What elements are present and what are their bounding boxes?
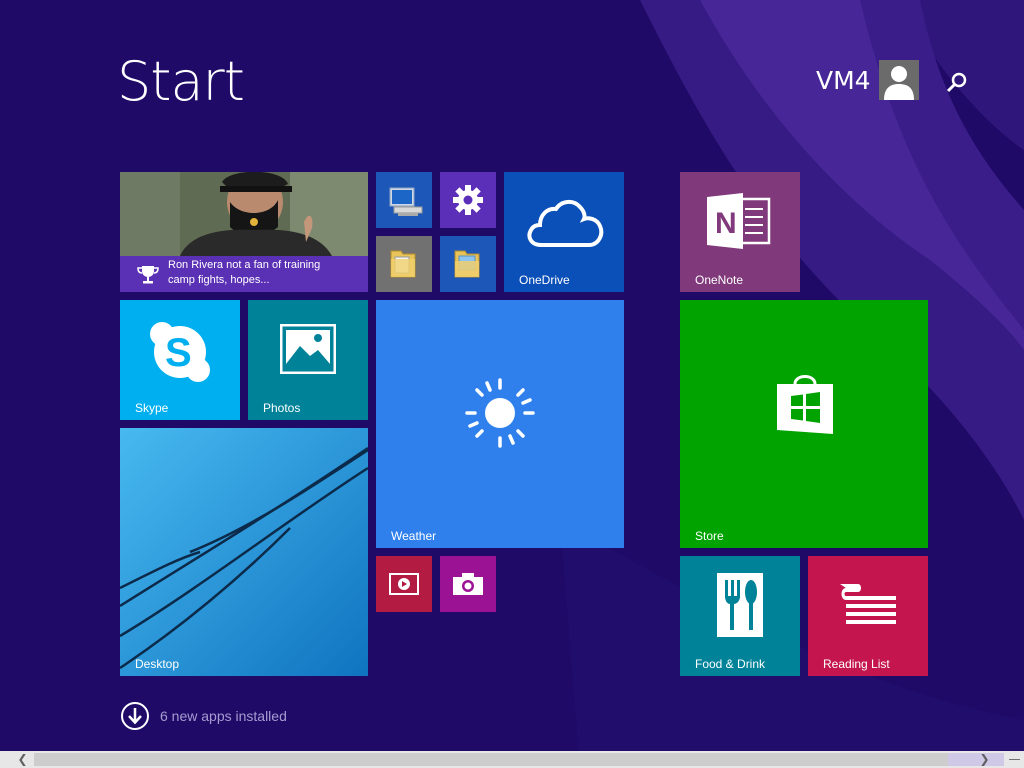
folder-icon (454, 250, 480, 278)
scrollbar-thumb[interactable] (34, 753, 948, 766)
tile-camera[interactable] (440, 556, 496, 612)
tile-label: Desktop (135, 657, 180, 671)
new-apps-button[interactable] (120, 701, 149, 730)
tile-pc-settings[interactable] (440, 172, 496, 228)
news-caption-bar: Ron Rivera not a fan of training camp fi… (120, 256, 368, 292)
scroll-left-icon[interactable]: ❮ (14, 751, 31, 768)
scroll-right-icon[interactable]: ❯ (976, 751, 993, 768)
trophy-icon (137, 266, 159, 284)
tile-label: Reading List (823, 657, 890, 671)
cloud-icon (527, 200, 604, 247)
tile-label: OneNote (695, 273, 744, 287)
tile-photos[interactable]: Photos (248, 300, 368, 420)
news-headline: Ron Rivera not a fan of training camp fi… (168, 259, 321, 286)
tile-onenote[interactable]: N OneNote (680, 172, 800, 292)
desktop-wallpaper (120, 428, 368, 676)
new-apps-text: 6 new apps installed (160, 708, 287, 724)
avatar[interactable] (879, 60, 919, 100)
tile-news[interactable]: Ron Rivera not a fan of training camp fi… (120, 172, 368, 292)
horizontal-scrollbar[interactable]: ❮ ❯ — (0, 751, 1024, 768)
search-button[interactable] (944, 70, 970, 96)
user-name[interactable]: VM4 (816, 66, 871, 95)
tile-label: Skype (135, 401, 169, 415)
zoom-minus-icon[interactable]: — (1006, 751, 1023, 768)
tile-file-explorer-2[interactable] (440, 236, 496, 292)
tile-label: Store (695, 529, 724, 543)
skype-icon: S (150, 322, 210, 382)
tile-this-pc[interactable] (376, 172, 432, 228)
fork-knife-icon (717, 573, 763, 637)
photos-icon (280, 324, 336, 374)
tile-label: Food & Drink (695, 657, 766, 671)
folder-icon (390, 250, 416, 278)
store-bag-icon (777, 375, 833, 434)
tile-reading-list[interactable]: Reading List (808, 556, 928, 676)
tile-file-explorer-1[interactable] (376, 236, 432, 292)
onenote-icon: N (707, 193, 771, 249)
tile-weather[interactable]: Weather (376, 300, 624, 548)
tile-store[interactable]: Store (680, 300, 928, 548)
tile-label: OneDrive (519, 273, 570, 287)
tile-video[interactable] (376, 556, 432, 612)
svg-text:S: S (165, 331, 192, 375)
reading-list-icon (840, 584, 896, 624)
tile-food-drink[interactable]: Food & Drink (680, 556, 800, 676)
user-avatar-icon (884, 66, 914, 100)
search-icon (946, 72, 967, 93)
tile-skype[interactable]: S Skype (120, 300, 240, 420)
tile-desktop[interactable]: Desktop (120, 428, 368, 676)
tile-label: Weather (391, 529, 437, 543)
video-icon (389, 573, 419, 595)
arrow-down-circle-icon (121, 702, 149, 730)
computer-icon (389, 187, 423, 216)
page-title: Start (117, 50, 245, 113)
tile-label: Photos (263, 401, 301, 415)
sun-icon (465, 378, 535, 448)
gear-icon (453, 185, 483, 215)
tile-onedrive[interactable]: OneDrive (504, 172, 624, 292)
camera-icon (453, 573, 483, 595)
svg-text:N: N (715, 207, 737, 240)
